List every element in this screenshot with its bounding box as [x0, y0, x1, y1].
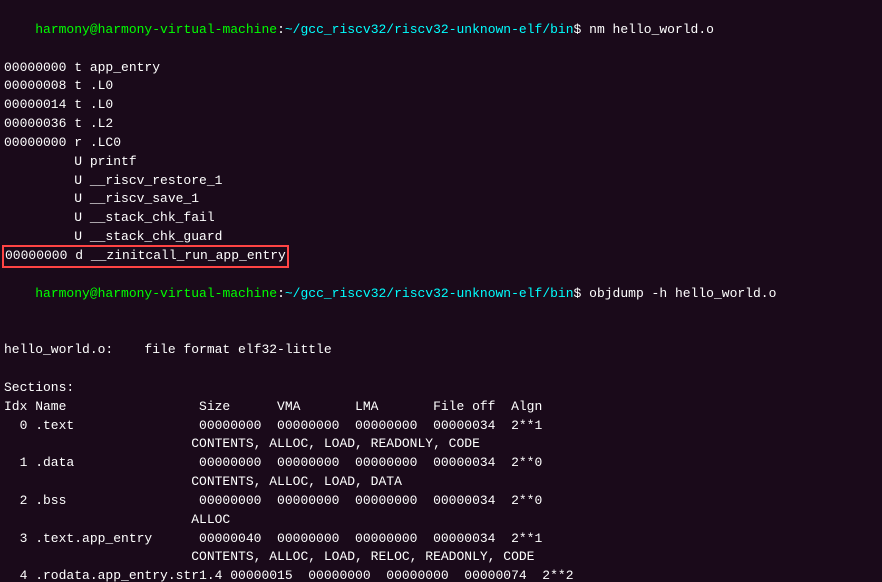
sym-line-4: 00000036 t .L2 [4, 115, 878, 134]
sym-line-10: U __stack_chk_guard [4, 228, 878, 247]
sym-line-9: U __stack_chk_fail [4, 209, 878, 228]
prompt-path-1: ~/gcc_riscv32/riscv32-unknown-elf/bin [285, 22, 574, 37]
sym-line-7: U __riscv_restore_1 [4, 172, 878, 191]
prompt-user-1: harmony@harmony-virtual-machine [35, 22, 277, 37]
sym-line-3: 00000014 t .L0 [4, 96, 878, 115]
prompt-separator-1: : [277, 22, 285, 37]
section-3a: 3 .text.app_entry 00000040 00000000 0000… [4, 530, 878, 549]
sym-line-1: 00000000 t app_entry [4, 59, 878, 78]
sections-header: Idx Name Size VMA LMA File off Algn [4, 398, 878, 417]
terminal: harmony@harmony-virtual-machine:~/gcc_ri… [0, 0, 882, 582]
sections-label: Sections: [4, 379, 878, 398]
blank-1 [4, 322, 878, 341]
section-2b: ALLOC [4, 511, 878, 530]
section-3b: CONTENTS, ALLOC, LOAD, RELOC, READONLY, … [4, 548, 878, 567]
command-line-1: harmony@harmony-virtual-machine:~/gcc_ri… [4, 2, 878, 59]
section-2a: 2 .bss 00000000 00000000 00000000 000000… [4, 492, 878, 511]
file-format-line: hello_world.o: file format elf32-little [4, 341, 878, 360]
prompt-user-2: harmony@harmony-virtual-machine [35, 286, 277, 301]
section-1b: CONTENTS, ALLOC, LOAD, DATA [4, 473, 878, 492]
command-line-2: harmony@harmony-virtual-machine:~/gcc_ri… [4, 266, 878, 323]
section-1a: 1 .data 00000000 00000000 00000000 00000… [4, 454, 878, 473]
sym-line-5: 00000000 r .LC0 [4, 134, 878, 153]
command-text-1: nm hello_world.o [581, 22, 714, 37]
prompt-path-2: ~/gcc_riscv32/riscv32-unknown-elf/bin [285, 286, 574, 301]
sym-line-6: U printf [4, 153, 878, 172]
sym-line-8: U __riscv_save_1 [4, 190, 878, 209]
prompt-separator-2: : [277, 286, 285, 301]
sym-line-11-highlighted: 00000000 d __zinitcall_run_app_entry [4, 247, 287, 266]
section-0b: CONTENTS, ALLOC, LOAD, READONLY, CODE [4, 435, 878, 454]
sym-line-2: 00000008 t .L0 [4, 77, 878, 96]
command-text-2: objdump -h hello_world.o [581, 286, 776, 301]
section-4a: 4 .rodata.app_entry.str1.4 00000015 0000… [4, 567, 878, 582]
section-0a: 0 .text 00000000 00000000 00000000 00000… [4, 417, 878, 436]
blank-2 [4, 360, 878, 379]
